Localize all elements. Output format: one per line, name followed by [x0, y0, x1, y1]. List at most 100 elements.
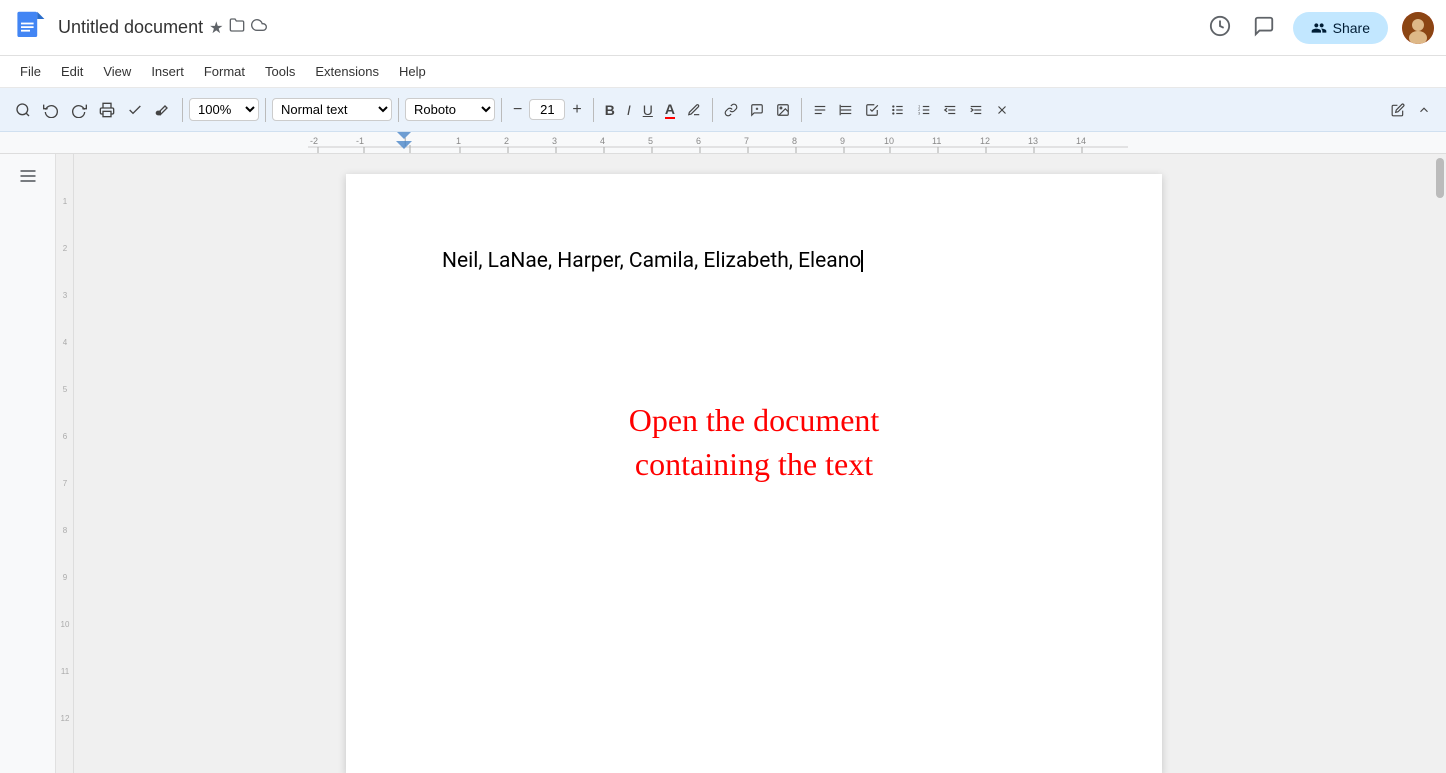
doc-title-row: Untitled document ★ — [58, 17, 267, 38]
align-button[interactable] — [808, 99, 832, 121]
menu-help[interactable]: Help — [391, 60, 434, 83]
cloud-icon — [251, 17, 267, 38]
svg-text:10: 10 — [884, 136, 894, 146]
paint-format-button[interactable] — [150, 98, 176, 122]
ruler-inner: -2 -1 | 1 2 3 4 5 6 7 8 9 10 11 12 13 14 — [308, 132, 1128, 153]
menu-insert[interactable]: Insert — [143, 60, 192, 83]
svg-text:2: 2 — [504, 136, 509, 146]
svg-text:2: 2 — [62, 244, 67, 253]
collapse-toolbar-button[interactable] — [1412, 99, 1436, 121]
svg-text:1: 1 — [62, 197, 67, 206]
separator-6 — [712, 98, 713, 122]
history-button[interactable] — [1205, 11, 1235, 44]
svg-text:12: 12 — [60, 714, 69, 723]
scrollbar-track[interactable] — [1434, 154, 1446, 773]
folder-icon[interactable] — [229, 17, 245, 38]
separator-2 — [265, 98, 266, 122]
svg-text:11: 11 — [60, 667, 69, 676]
redo-button[interactable] — [66, 98, 92, 122]
doc-title[interactable]: Untitled document — [58, 17, 203, 38]
svg-text:7: 7 — [62, 479, 67, 488]
annotation-line1: Open the document — [442, 398, 1066, 443]
font-size-input[interactable] — [529, 99, 565, 120]
undo-button[interactable] — [38, 98, 64, 122]
sidebar — [0, 154, 56, 773]
svg-text:3: 3 — [918, 111, 920, 115]
link-button[interactable] — [719, 99, 743, 121]
separator-5 — [593, 98, 594, 122]
editor-container: 1 2 3 4 5 6 7 8 9 10 11 12 N — [0, 154, 1446, 773]
svg-text:12: 12 — [980, 136, 990, 146]
highlight-button[interactable] — [682, 99, 706, 121]
line-spacing-button[interactable] — [834, 99, 858, 121]
svg-text:5: 5 — [62, 385, 67, 394]
share-label: Share — [1333, 20, 1370, 36]
checklist-button[interactable] — [860, 99, 884, 121]
edit-mode-button[interactable] — [1386, 99, 1410, 121]
svg-text:4: 4 — [62, 338, 67, 347]
menu-view[interactable]: View — [95, 60, 139, 83]
bullet-list-button[interactable] — [886, 99, 910, 121]
indent-inc-button[interactable] — [964, 99, 988, 121]
star-icon[interactable]: ★ — [209, 18, 223, 38]
app-logo — [12, 10, 48, 46]
svg-text:11: 11 — [932, 136, 941, 146]
svg-text:6: 6 — [62, 432, 67, 441]
numbered-list-button[interactable]: 123 — [912, 99, 936, 121]
font-size-inc-button[interactable]: + — [567, 97, 586, 123]
image-button[interactable] — [771, 99, 795, 121]
svg-text:9: 9 — [840, 136, 845, 146]
indent-dec-button[interactable] — [938, 99, 962, 121]
page-area[interactable]: Neil, LaNae, Harper, Camila, Elizabeth, … — [74, 154, 1434, 773]
share-button[interactable]: Share — [1293, 12, 1388, 44]
separator-7 — [801, 98, 802, 122]
scrollbar-thumb[interactable] — [1436, 158, 1444, 198]
svg-text:6: 6 — [696, 136, 701, 146]
doc-content[interactable]: Neil, LaNae, Harper, Camila, Elizabeth, … — [442, 246, 1066, 487]
svg-text:13: 13 — [1028, 136, 1038, 146]
font-select[interactable]: RobotoArialTimes New Roman — [405, 98, 495, 121]
menu-extensions[interactable]: Extensions — [307, 60, 387, 83]
search-button[interactable] — [10, 98, 36, 122]
separator-3 — [398, 98, 399, 122]
clear-format-button[interactable] — [990, 99, 1014, 121]
style-select[interactable]: Normal textTitleHeading 1Heading 2 — [272, 98, 392, 121]
text-color-button[interactable]: A — [660, 97, 680, 123]
avatar[interactable] — [1402, 12, 1434, 44]
font-size-dec-button[interactable]: − — [508, 97, 527, 123]
svg-text:8: 8 — [62, 526, 67, 535]
document-page: Neil, LaNae, Harper, Camila, Elizabeth, … — [346, 174, 1162, 773]
svg-text:3: 3 — [552, 136, 557, 146]
spellcheck-button[interactable] — [122, 98, 148, 122]
bold-button[interactable]: B — [600, 98, 620, 122]
svg-text:14: 14 — [1076, 136, 1086, 146]
print-button[interactable] — [94, 98, 120, 122]
comment-button[interactable] — [1249, 11, 1279, 44]
vertical-ruler: 1 2 3 4 5 6 7 8 9 10 11 12 — [56, 154, 74, 773]
handwritten-annotation: Open the document containing the text — [442, 398, 1066, 488]
svg-text:1: 1 — [456, 136, 461, 146]
menu-bar: File Edit View Insert Format Tools Exten… — [0, 56, 1446, 88]
svg-text:7: 7 — [744, 136, 749, 146]
outline-toggle[interactable] — [18, 166, 38, 191]
menu-tools[interactable]: Tools — [257, 60, 303, 83]
svg-text:-2: -2 — [310, 136, 318, 146]
separator-1 — [182, 98, 183, 122]
menu-edit[interactable]: Edit — [53, 60, 91, 83]
doc-title-area: Untitled document ★ — [58, 17, 267, 38]
svg-text:8: 8 — [792, 136, 797, 146]
top-bar: Untitled document ★ Share — [0, 0, 1446, 56]
menu-file[interactable]: File — [12, 60, 49, 83]
names-paragraph[interactable]: Neil, LaNae, Harper, Camila, Elizabeth, … — [442, 246, 1066, 278]
svg-text:4: 4 — [600, 136, 605, 146]
svg-text:9: 9 — [62, 573, 67, 582]
separator-4 — [501, 98, 502, 122]
underline-button[interactable]: U — [638, 98, 658, 122]
annotation-line2: containing the text — [442, 442, 1066, 487]
menu-format[interactable]: Format — [196, 60, 253, 83]
zoom-select[interactable]: 100%50%75%125%150% — [189, 98, 259, 121]
svg-text:-1: -1 — [356, 136, 364, 146]
text-cursor — [861, 250, 863, 272]
comment-add-button[interactable] — [745, 99, 769, 121]
italic-button[interactable]: I — [622, 98, 636, 122]
